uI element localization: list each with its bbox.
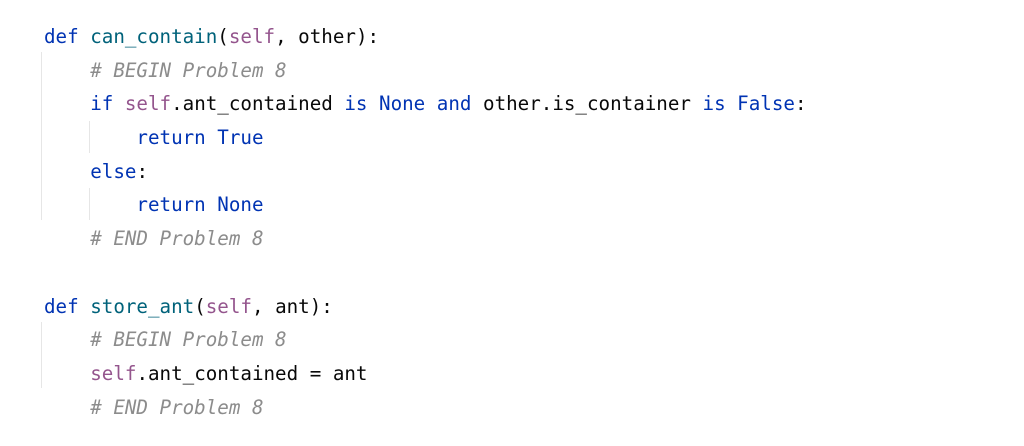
code-line[interactable]: return None — [44, 190, 264, 220]
code-token: # BEGIN Problem 8 — [90, 59, 287, 82]
indent-guide — [41, 52, 42, 220]
code-token: , ant): — [251, 295, 333, 318]
code-token: return — [136, 126, 218, 149]
code-token: else — [90, 160, 137, 183]
code-token: # END Problem 8 — [90, 396, 264, 419]
code-editor[interactable]: def can_contain(self, other): # BEGIN Pr… — [0, 0, 1024, 446]
code-token: def — [44, 295, 91, 318]
code-line[interactable]: def store_ant(self, ant): — [44, 292, 333, 322]
code-token: store_ant — [90, 295, 195, 318]
code-line[interactable]: # BEGIN Problem 8 — [44, 56, 287, 86]
code-token: .ant_contained — [171, 92, 345, 115]
code-token: return — [136, 193, 218, 216]
code-token: ( — [194, 295, 206, 318]
code-token: , other): — [275, 25, 380, 48]
code-token: True — [217, 126, 264, 149]
code-token: is — [702, 92, 738, 115]
code-line[interactable]: else: — [44, 157, 148, 187]
code-line[interactable]: self.ant_contained = ant — [44, 359, 367, 389]
code-token: if — [90, 92, 125, 115]
code-token: .ant_contained = ant — [136, 362, 368, 385]
code-token: None — [379, 92, 437, 115]
code-token: ( — [217, 25, 229, 48]
code-token: and — [436, 92, 484, 115]
indent-guide — [41, 322, 42, 388]
code-line[interactable]: # END Problem 8 — [44, 393, 264, 423]
code-token: self — [90, 362, 137, 385]
code-token: can_contain — [90, 25, 218, 48]
code-token: is — [344, 92, 380, 115]
code-line[interactable]: if self.ant_contained is None and other.… — [44, 89, 807, 119]
code-line[interactable]: def can_contain(self, other): — [44, 22, 379, 52]
code-line[interactable]: # BEGIN Problem 8 — [44, 325, 287, 355]
code-token: : — [136, 160, 148, 183]
code-token: self — [124, 92, 172, 115]
code-line[interactable]: # END Problem 8 — [44, 224, 264, 254]
code-token: # BEGIN Problem 8 — [90, 328, 287, 351]
code-token: False — [737, 92, 795, 115]
code-token: def — [44, 25, 91, 48]
code-token: # END Problem 8 — [90, 227, 264, 250]
code-token: self — [228, 25, 276, 48]
code-token: other.is_container — [483, 92, 703, 115]
code-line[interactable]: return True — [44, 123, 264, 153]
code-token: self — [205, 295, 252, 318]
code-token: : — [794, 92, 807, 115]
code-token: None — [217, 193, 264, 216]
